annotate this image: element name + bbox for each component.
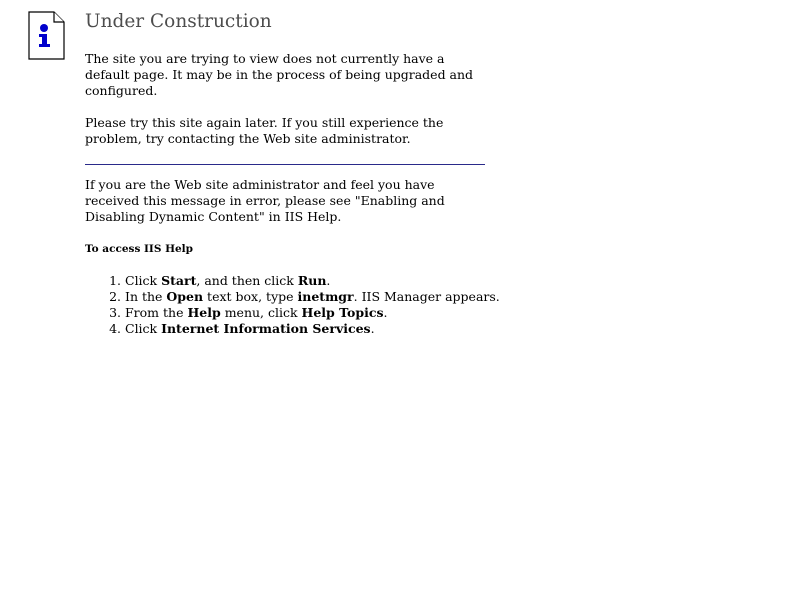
admin-note-text: If you are the Web site administrator an…	[85, 177, 445, 224]
help-heading: To access IIS Help	[85, 243, 194, 255]
intro-text: The site you are trying to view does not…	[85, 51, 474, 98]
info-icon	[28, 11, 65, 60]
divider	[85, 164, 485, 165]
step-2: In the Open text box, type inetmgr. IIS …	[125, 289, 500, 305]
main-content: Under Construction The site you are tryi…	[85, 10, 500, 337]
step-4: Click Internet Information Services.	[125, 321, 490, 337]
step-3: From the Help menu, click Help Topics.	[125, 305, 490, 321]
step-1: Click Start, and then click Run.	[125, 273, 490, 289]
retry-text: Please try this site again later. If you…	[85, 115, 444, 146]
help-steps-list: Click Start, and then click Run. In the …	[85, 273, 500, 337]
page-title: Under Construction	[85, 11, 272, 32]
